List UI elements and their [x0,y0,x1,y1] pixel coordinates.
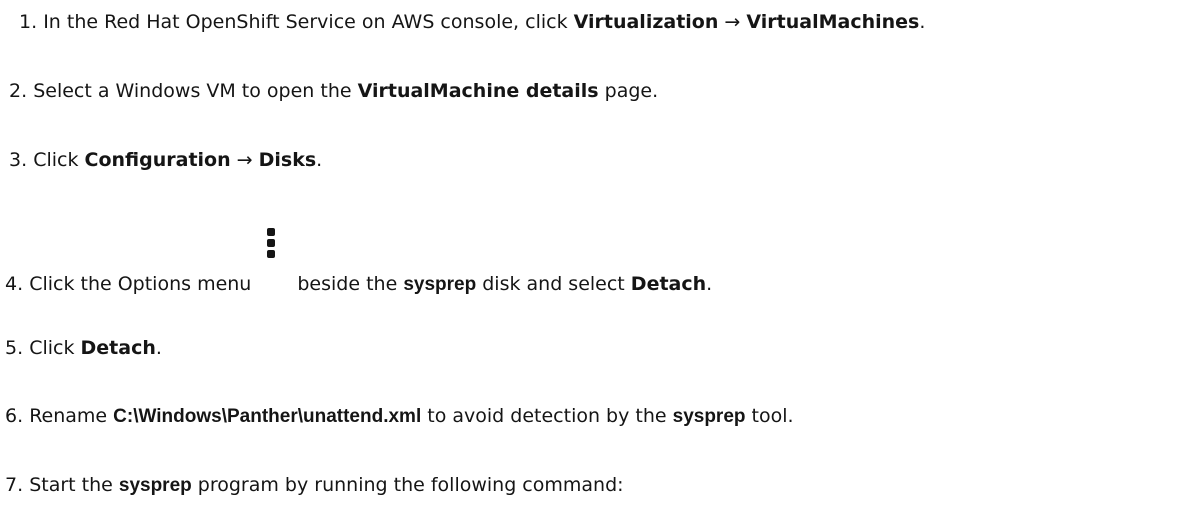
step-text: program by running the following command… [191,474,624,496]
step-text: Click [29,337,81,359]
step-text: Rename [29,405,114,427]
step-4: 4. Click the Options menu beside the sysp… [5,228,713,297]
step-2: 2. Select a Windows VM to open the Virtu… [9,79,658,103]
ui-label-detach: Detach [80,337,156,359]
step-number: 1. [19,11,38,33]
step-text: . [316,149,323,171]
step-text: . [919,11,926,33]
ui-label-disks: Disks [258,149,317,171]
step-number: 5. [5,337,24,359]
step-text: tool. [745,405,794,427]
step-text: Start the [29,474,119,496]
step-text: In the Red Hat OpenShift Service on AWS … [43,11,574,33]
step-text: page. [598,80,659,102]
step-text: to avoid detection by the [421,405,673,427]
literal-sysprep: sysprep [118,475,192,496]
arrow: → [718,11,747,33]
ui-label-virtualmachines: VirtualMachines [746,11,920,33]
literal-sysprep: sysprep [403,274,477,295]
step-6: 6. Rename C:\Windows\Panther\unattend.xm… [5,404,794,429]
step-number: 4. [5,273,24,295]
step-text: disk and select [476,273,631,295]
step-text: . [155,337,162,359]
ui-label-virtualization: Virtualization [573,11,719,33]
step-number: 6. [5,405,24,427]
literal-unattend-path: C:\Windows\Panther\unattend.xml [113,406,422,427]
step-text: . [706,273,713,295]
procedure-steps: 1. In the Red Hat OpenShift Service on A… [0,0,1192,519]
step-number: 2. [9,80,28,102]
arrow: → [230,149,259,171]
kebab-menu-icon [251,228,297,290]
ui-label-configuration: Configuration [84,149,231,171]
step-number: 7. [5,474,24,496]
literal-sysprep: sysprep [672,406,746,427]
ui-label-virtualmachine-details: VirtualMachine details [357,80,599,102]
step-number: 3. [9,149,28,171]
step-5: 5. Click Detach. [5,336,162,360]
step-7: 7. Start the sysprep program by running … [5,473,624,498]
ui-label-detach: Detach [630,273,707,295]
step-text: beside the [297,273,404,295]
step-1: 1. In the Red Hat OpenShift Service on A… [19,10,925,34]
step-text: Select a Windows VM to open the [33,80,358,102]
step-text: Click [33,149,85,171]
step-text: Click the Options menu [29,273,252,295]
step-3: 3. Click Configuration → Disks. [9,148,322,172]
